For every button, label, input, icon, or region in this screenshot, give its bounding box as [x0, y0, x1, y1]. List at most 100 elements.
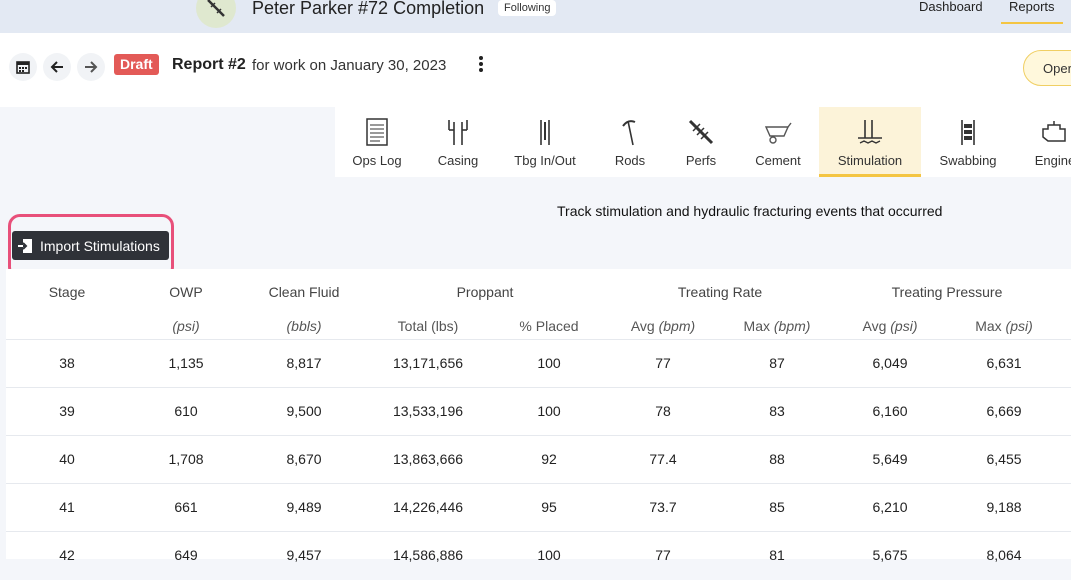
cell-stage: 42: [59, 547, 75, 563]
cell-stage: 39: [59, 403, 75, 419]
cell-proppant-total: 13,863,666: [392, 451, 464, 467]
cell-owp: 649: [174, 547, 198, 563]
cell-pressure-max: 8,064: [986, 547, 1022, 563]
tab-label: Swabbing: [939, 153, 997, 168]
cell-pressure-avg: 6,160: [872, 403, 908, 419]
cell-pressure-max: 6,455: [986, 451, 1022, 467]
cell-proppant-total: 14,226,446: [392, 499, 464, 515]
section-description: Track stimulation and hydraulic fracturi…: [557, 203, 943, 219]
calendar-icon: [16, 61, 30, 74]
column-header-owp: OWP: [169, 284, 203, 300]
draft-badge: Draft: [114, 54, 159, 75]
column-header-clean-fluid: Clean Fluid: [268, 284, 340, 300]
cell-pressure-avg: 5,649: [872, 451, 908, 467]
tab-label: Tbg In/Out: [514, 153, 576, 168]
tab-engine[interactable]: Engine: [1025, 107, 1071, 177]
cell-proppant-total: 14,586,886: [392, 547, 464, 563]
table-row[interactable]: 40 1,708 8,670 13,863,666 92 77.4 88 5,6…: [6, 435, 1071, 484]
well-icon: [207, 0, 225, 17]
tab-cement[interactable]: Cement: [740, 107, 816, 177]
tab-stimulation[interactable]: Stimulation: [819, 107, 921, 177]
column-header-treating-pressure: Treating Pressure: [891, 284, 1003, 300]
stimulation-table: Stage OWP Clean Fluid Proppant Treating …: [6, 269, 1071, 563]
nav-reports[interactable]: Reports: [1001, 0, 1063, 24]
cell-proppant-placed: 95: [541, 499, 557, 515]
report-date: for work on January 30, 2023: [252, 57, 447, 74]
cell-pressure-avg: 6,049: [872, 355, 908, 371]
tubing-icon: [540, 120, 550, 145]
table-row[interactable]: 42 649 9,457 14,586,886 100 77 81 5,675 …: [6, 531, 1071, 580]
cell-rate-max: 81: [769, 547, 785, 563]
table-row[interactable]: 41 661 9,489 14,226,446 95 73.7 85 6,210…: [6, 483, 1071, 532]
cell-clean-fluid: 9,500: [286, 403, 322, 419]
cell-stage: 38: [59, 355, 75, 371]
perfs-icon: [688, 119, 714, 145]
subheader-rate-avg: Avg (bpm): [630, 318, 696, 334]
import-button-label: Import Stimulations: [40, 237, 160, 254]
cell-pressure-avg: 6,210: [872, 499, 908, 515]
tab-label: Cement: [755, 153, 801, 168]
tab-label: Engine: [1034, 153, 1071, 168]
cell-proppant-placed: 92: [541, 451, 557, 467]
cell-rate-max: 88: [769, 451, 785, 467]
following-badge[interactable]: Following: [498, 0, 557, 16]
casing-icon: [448, 120, 468, 145]
cement-icon: [764, 122, 792, 144]
report-toolbar: Draft Report #2 for work on January 30, …: [0, 33, 1071, 107]
cell-clean-fluid: 9,489: [286, 499, 322, 515]
swabbing-icon: [961, 120, 975, 145]
tab-ops-log[interactable]: Ops Log: [340, 107, 414, 177]
kebab-menu-icon: [479, 56, 483, 72]
tab-rods[interactable]: Rods: [598, 107, 662, 177]
calendar-button[interactable]: [9, 53, 37, 81]
ops-button[interactable]: Opera: [1023, 50, 1071, 86]
cell-clean-fluid: 9,457: [286, 547, 322, 563]
next-report-button[interactable]: [77, 53, 105, 81]
column-header-proppant: Proppant: [456, 284, 514, 300]
previous-report-button[interactable]: [43, 53, 71, 81]
cell-pressure-avg: 5,675: [872, 547, 908, 563]
tab-label: Casing: [437, 153, 479, 168]
table-row[interactable]: 39 610 9,500 13,533,196 100 78 83 6,160 …: [6, 387, 1071, 436]
nav-dashboard[interactable]: Dashboard: [919, 0, 983, 14]
column-header-treating-rate: Treating Rate: [677, 284, 763, 300]
report-title: Report #2: [172, 56, 246, 73]
stimulation-icon: [858, 120, 882, 144]
cell-owp: 1,708: [168, 451, 204, 467]
subheader-rate-max: Max (bpm): [743, 318, 811, 334]
subheader-pressure-max: Max (psi): [975, 318, 1033, 334]
tab-perfs[interactable]: Perfs: [670, 107, 732, 177]
cell-owp: 1,135: [168, 355, 204, 371]
engine-icon: [1042, 121, 1066, 142]
cell-proppant-placed: 100: [537, 403, 561, 419]
cell-proppant-placed: 100: [537, 355, 561, 371]
cell-pressure-max: 6,631: [986, 355, 1022, 371]
tab-label: Ops Log: [352, 153, 402, 168]
tab-swabbing[interactable]: Swabbing: [929, 107, 1007, 177]
cell-owp: 610: [174, 403, 198, 419]
cell-rate-avg: 78: [655, 403, 671, 419]
cell-clean-fluid: 8,817: [286, 355, 322, 371]
subheader-proppant-placed: % Placed: [519, 318, 579, 334]
table-row[interactable]: 38 1,135 8,817 13,171,656 100 77 87 6,04…: [6, 339, 1071, 388]
cell-rate-avg: 77.4: [649, 451, 677, 467]
ops-log-icon: [366, 118, 388, 146]
cell-owp: 661: [174, 499, 198, 515]
well-avatar: [196, 0, 236, 28]
cell-stage: 40: [59, 451, 75, 467]
tab-tbg-in-out[interactable]: Tbg In/Out: [504, 107, 586, 177]
cell-stage: 41: [59, 499, 75, 515]
arrow-right-icon: [85, 61, 98, 73]
cell-proppant-total: 13,533,196: [392, 403, 464, 419]
cell-rate-max: 87: [769, 355, 785, 371]
cell-rate-avg: 73.7: [649, 499, 677, 515]
tab-label: Rods: [614, 153, 646, 168]
tab-casing[interactable]: Casing: [422, 107, 494, 177]
cell-pressure-max: 6,669: [986, 403, 1022, 419]
import-stimulations-button[interactable]: Import Stimulations: [12, 231, 169, 260]
more-options-button[interactable]: [478, 55, 484, 78]
cell-rate-max: 83: [769, 403, 785, 419]
cell-rate-avg: 77: [655, 355, 671, 371]
cell-rate-avg: 77: [655, 547, 671, 563]
top-header: Peter Parker #72 Completion Following Da…: [0, 0, 1071, 33]
